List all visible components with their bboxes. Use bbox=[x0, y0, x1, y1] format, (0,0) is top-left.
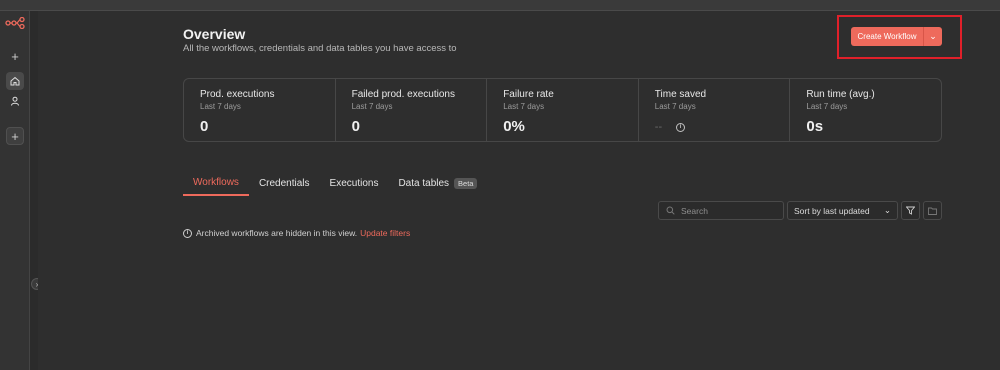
sort-value: Sort by last updated bbox=[794, 205, 870, 216]
add-project-icon[interactable]: + bbox=[6, 127, 24, 145]
search-input[interactable]: Search bbox=[658, 201, 784, 220]
stat-value: 0 bbox=[200, 118, 209, 135]
tab-label: Data tables bbox=[398, 178, 450, 189]
stat-run-time[interactable]: Run time (avg.) Last 7 days 0s bbox=[790, 79, 941, 141]
stat-name: Run time (avg.) bbox=[806, 89, 875, 100]
page-title: Overview bbox=[183, 26, 246, 42]
page-subtitle: All the workflows, credentials and data … bbox=[183, 43, 457, 54]
folder-icon bbox=[928, 207, 937, 215]
user-icon[interactable] bbox=[6, 92, 24, 110]
tab-workflows[interactable]: Workflows bbox=[183, 177, 249, 196]
add-icon[interactable]: + bbox=[6, 47, 24, 65]
info-icon: i bbox=[183, 228, 192, 238]
stat-period: Last 7 days bbox=[200, 102, 241, 111]
folder-button[interactable] bbox=[923, 201, 942, 220]
stat-name: Failure rate bbox=[503, 89, 554, 100]
stat-name: Time saved bbox=[654, 89, 707, 100]
stat-period: Last 7 days bbox=[503, 102, 545, 111]
stat-name: Prod. executions bbox=[200, 89, 275, 100]
stat-period: Last 7 days bbox=[806, 102, 848, 111]
stat-period: Last 7 days bbox=[351, 102, 393, 111]
archived-notice: i Archived workflows are hidden in this … bbox=[183, 228, 410, 238]
chevron-down-icon[interactable]: ⌄ bbox=[923, 27, 942, 46]
main-content: Overview All the workflows, credentials … bbox=[38, 11, 1000, 370]
stat-value: 0% bbox=[503, 118, 525, 135]
stat-prod-executions[interactable]: Prod. executions Last 7 days 0 bbox=[184, 79, 336, 141]
tab-bar: Workflows Credentials Executions Data ta… bbox=[183, 177, 487, 196]
create-workflow-button[interactable]: Create Workflow ⌄ bbox=[851, 27, 942, 46]
logo-icon[interactable] bbox=[4, 14, 26, 32]
beta-badge: Beta bbox=[454, 178, 478, 189]
filter-button[interactable] bbox=[901, 201, 920, 220]
filter-icon bbox=[906, 206, 915, 215]
top-bar bbox=[0, 0, 1000, 11]
notice-text: Archived workflows are hidden in this vi… bbox=[196, 228, 358, 238]
stat-value: 0s bbox=[806, 118, 824, 135]
tab-data-tables[interactable]: Data tables Beta bbox=[388, 177, 487, 196]
search-icon bbox=[659, 206, 681, 215]
sidebar: + + bbox=[0, 11, 30, 370]
info-icon[interactable]: i bbox=[676, 122, 686, 132]
stat-value: 0 bbox=[351, 118, 360, 135]
stat-failed-executions[interactable]: Failed prod. executions Last 7 days 0 bbox=[336, 79, 488, 141]
create-workflow-label: Create Workflow bbox=[857, 32, 917, 41]
stat-period: Last 7 days bbox=[654, 102, 696, 111]
stat-time-saved[interactable]: Time saved Last 7 days -- i bbox=[639, 79, 791, 141]
sort-select[interactable]: Sort by last updated ⌄ bbox=[787, 201, 898, 220]
update-filters-link[interactable]: Update filters bbox=[360, 228, 410, 238]
stats-panel: Prod. executions Last 7 days 0 Failed pr… bbox=[183, 78, 942, 142]
stat-value-row: -- i bbox=[655, 121, 790, 133]
tab-executions[interactable]: Executions bbox=[320, 177, 389, 196]
search-placeholder: Search bbox=[681, 205, 708, 216]
stat-failure-rate[interactable]: Failure rate Last 7 days 0% bbox=[487, 79, 639, 141]
chevron-down-icon: ⌄ bbox=[883, 205, 891, 215]
home-icon[interactable] bbox=[6, 72, 24, 90]
stat-name: Failed prod. executions bbox=[351, 89, 455, 100]
tab-credentials[interactable]: Credentials bbox=[249, 177, 320, 196]
stat-value: -- bbox=[654, 121, 663, 133]
